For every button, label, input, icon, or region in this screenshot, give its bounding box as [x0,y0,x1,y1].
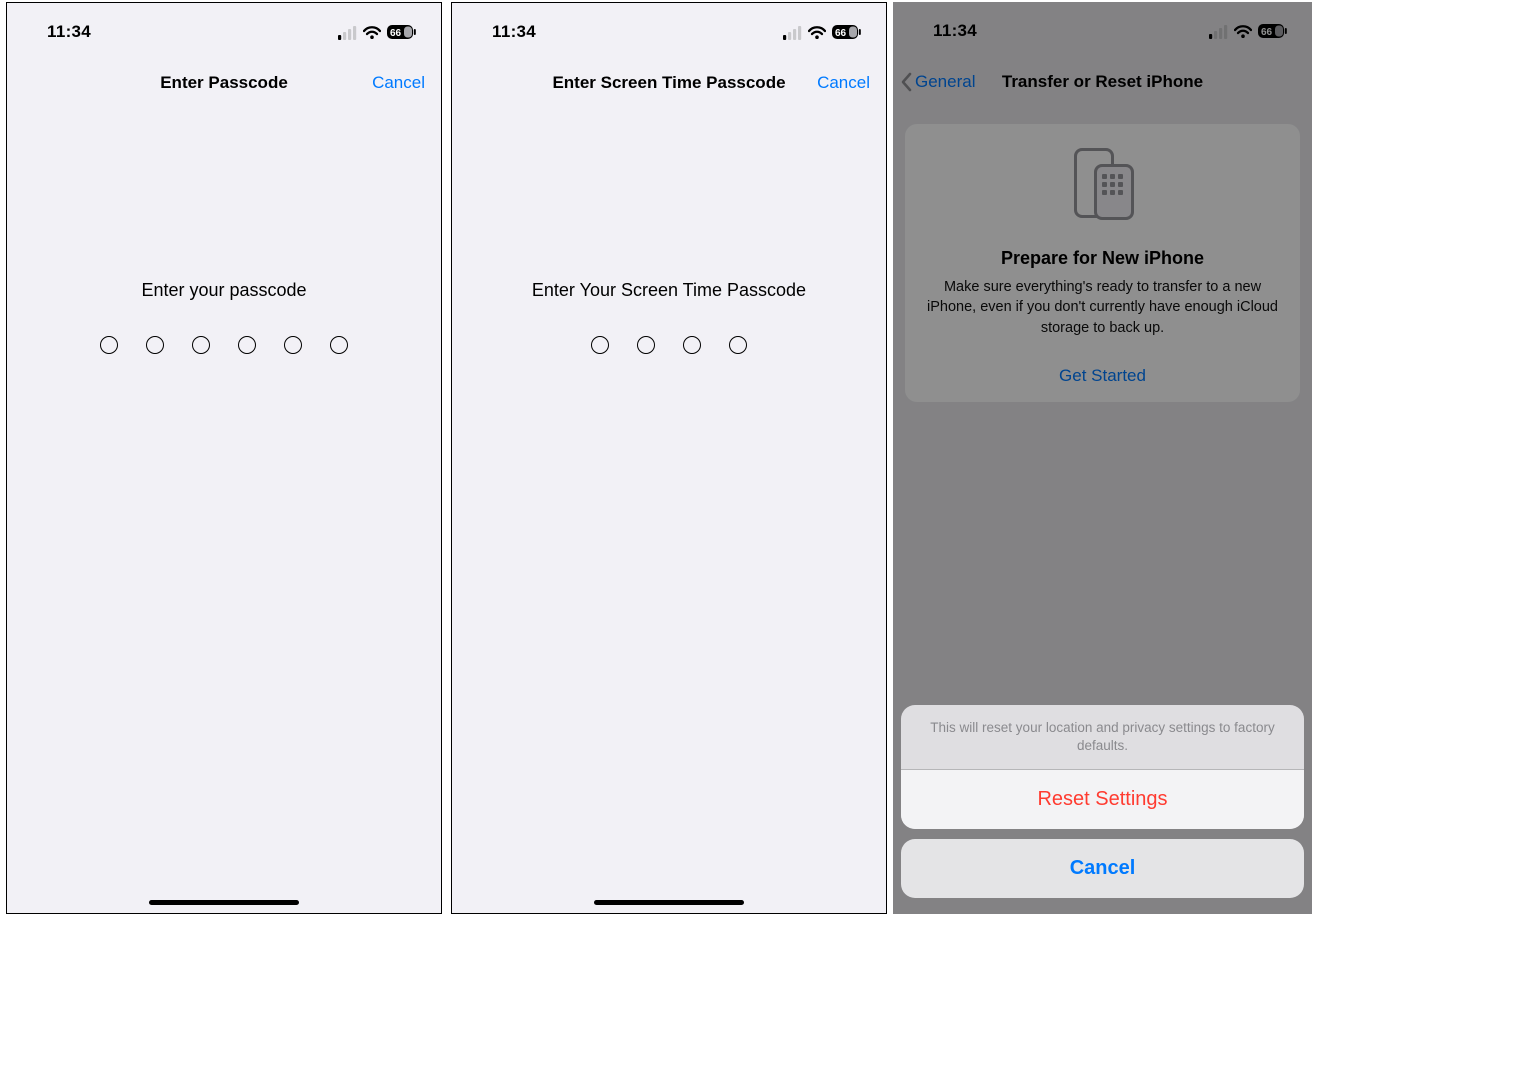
cellular-icon [783,24,802,40]
battery-icon: 66 [832,24,862,40]
svg-text:66: 66 [390,28,402,39]
nav-bar: Enter Screen Time Passcode Cancel [452,61,886,105]
passcode-section: Enter Your Screen Time Passcode [452,280,886,354]
wifi-icon [808,25,826,40]
status-bar: 11:34 66 [452,3,886,61]
home-indicator[interactable] [594,900,744,905]
passcode-prompt: Enter your passcode [7,280,441,301]
passcode-dots[interactable] [452,336,886,354]
passcode-section: Enter your passcode [7,280,441,354]
phone-screen-screentime-passcode: 11:34 66 Enter Screen Time Passcode Canc… [451,2,887,914]
status-icons: 66 [783,24,862,40]
action-sheet-group: This will reset your location and privac… [901,705,1304,829]
passcode-dot [100,336,118,354]
passcode-dots[interactable] [7,336,441,354]
reset-settings-button[interactable]: Reset Settings [901,770,1304,829]
cancel-button[interactable]: Cancel [817,73,870,93]
passcode-dot [591,336,609,354]
phone-screen-reset-actionsheet: 11:34 66 General Transfer or Reset iPhon… [893,2,1312,914]
passcode-prompt: Enter Your Screen Time Passcode [452,280,886,301]
passcode-dot [330,336,348,354]
nav-bar: Enter Passcode Cancel [7,61,441,105]
cancel-button[interactable]: Cancel [901,839,1304,898]
cancel-button[interactable]: Cancel [372,73,425,93]
passcode-dot [238,336,256,354]
passcode-dot [637,336,655,354]
status-time: 11:34 [47,22,91,42]
passcode-dot [683,336,701,354]
passcode-dot [192,336,210,354]
nav-title: Enter Screen Time Passcode [552,73,785,93]
action-sheet: This will reset your location and privac… [901,705,1304,898]
phone-screen-enter-passcode: 11:34 66 Enter Passcode Cancel Enter you… [6,2,442,914]
cellular-icon [338,24,357,40]
wifi-icon [363,25,381,40]
passcode-dot [284,336,302,354]
status-time: 11:34 [492,22,536,42]
action-sheet-message: This will reset your location and privac… [901,705,1304,769]
svg-text:66: 66 [835,28,847,39]
nav-title: Enter Passcode [160,73,288,93]
home-indicator[interactable] [149,900,299,905]
passcode-dot [729,336,747,354]
status-icons: 66 [338,24,417,40]
status-bar: 11:34 66 [7,3,441,61]
passcode-dot [146,336,164,354]
battery-icon: 66 [387,24,417,40]
